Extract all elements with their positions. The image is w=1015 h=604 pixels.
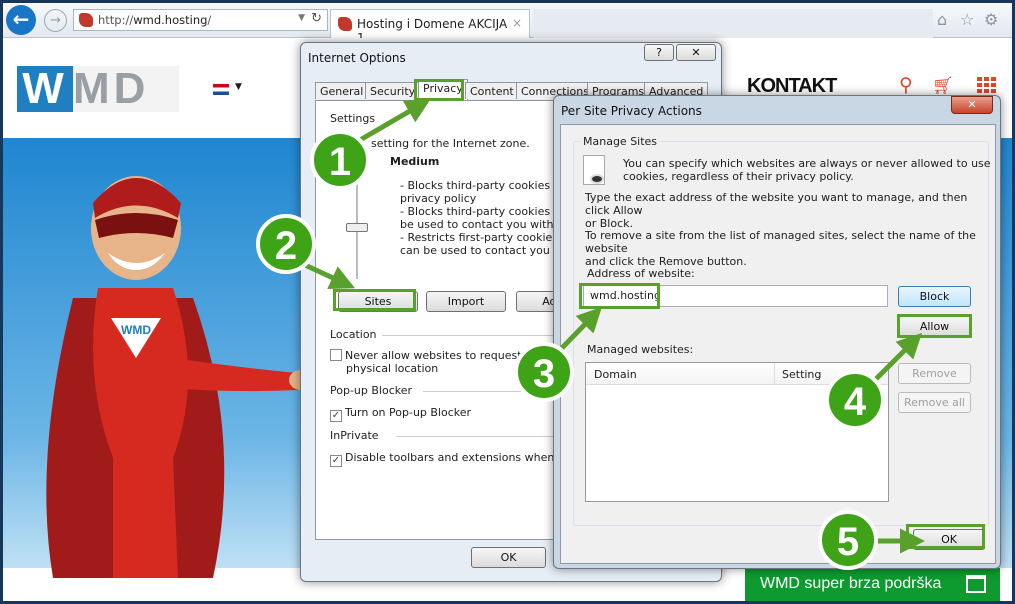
step-number: 3 bbox=[533, 352, 555, 396]
arrow-1 bbox=[358, 98, 431, 143]
tutorial-arrows: 1 2 3 4 5 bbox=[256, 98, 925, 570]
step-number: 5 bbox=[837, 520, 859, 564]
step-2-badge: 2 bbox=[256, 214, 316, 274]
step-4-badge: 4 bbox=[825, 370, 885, 430]
arrow-3 bbox=[558, 306, 602, 352]
step-number: 4 bbox=[844, 380, 867, 424]
step-1-badge: 1 bbox=[310, 130, 370, 190]
step-number: 2 bbox=[275, 224, 297, 268]
step-3-badge: 3 bbox=[514, 342, 574, 402]
arrow-2 bbox=[303, 262, 356, 290]
arrow-4 bbox=[873, 332, 923, 382]
step-number: 1 bbox=[329, 140, 351, 184]
step-5-badge: 5 bbox=[818, 510, 878, 570]
